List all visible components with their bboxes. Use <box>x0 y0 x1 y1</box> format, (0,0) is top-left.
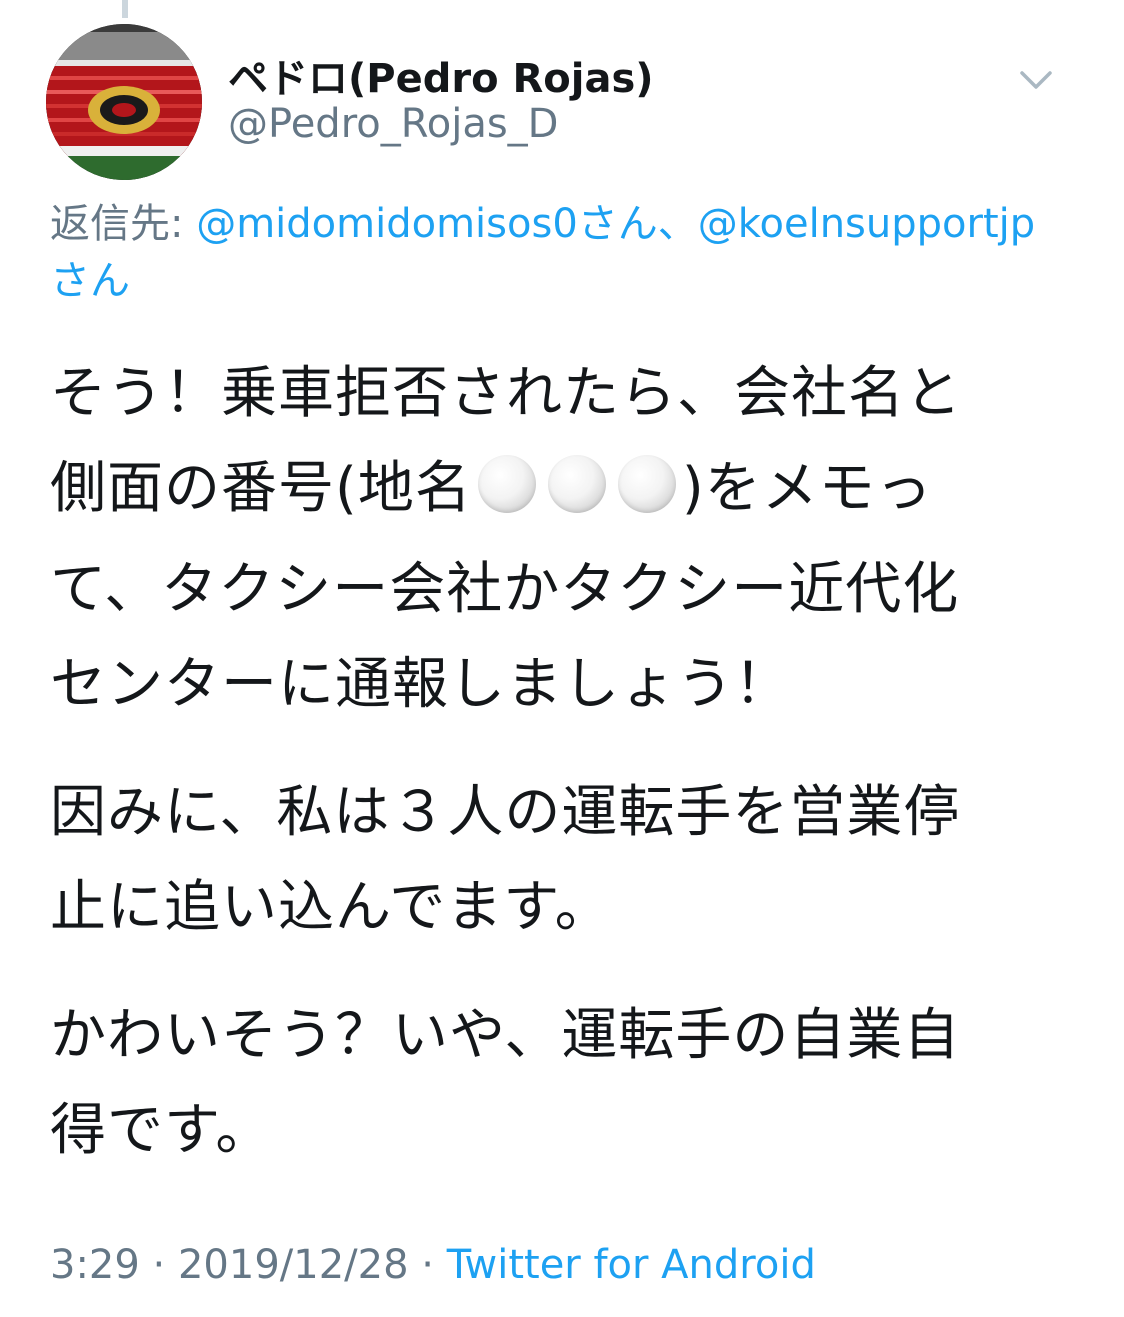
mention-link[interactable]: @midomidomisos0さん <box>196 201 658 247</box>
text-fragment: )をメモっ <box>681 456 933 521</box>
tweet-time[interactable]: 3:29 <box>50 1242 140 1288</box>
text-line: 因みに、私は３人の運転手を営業停 <box>50 780 961 845</box>
text-line: かわいそう？いや、運転手の自業自 <box>50 1003 961 1068</box>
avatar[interactable] <box>46 24 202 180</box>
thread-connector-line <box>122 0 128 18</box>
mention-link[interactable]: @koelnsupportjp <box>698 201 1035 247</box>
reply-context: 返信先: @midomidomisos0さん、@koelnsupportjp さん <box>50 196 1090 310</box>
meta-separator: · <box>408 1242 447 1288</box>
white-circle-emoji <box>477 455 536 513</box>
tweet-paragraph: そう！乗車拒否されたら、会社名と 側面の番号(地名 )をメモっ て、タクシー会社か… <box>50 346 1050 732</box>
reply-prefix: 返信先: <box>50 201 197 247</box>
user-handle[interactable]: @Pedro_Rojas_D <box>228 101 558 147</box>
tweet-paragraph: 因みに、私は３人の運転手を営業停 止に追い込んでます。 <box>50 765 1050 955</box>
text-line: て、タクシー会社かタクシー近代化 <box>50 557 960 622</box>
text-line: 止に追い込んでます。 <box>50 875 612 940</box>
white-circle-emoji <box>547 455 606 513</box>
chevron-down-icon[interactable] <box>1014 58 1058 102</box>
text-line: そう！乗車拒否されたら、会社名と <box>50 361 962 426</box>
text-line: 側面の番号(地名 )をメモっ <box>50 441 1050 542</box>
placeholder-emoji-group <box>472 447 682 542</box>
display-name[interactable]: ペドロ(Pedro Rojas) <box>228 46 654 104</box>
meta-separator: · <box>139 1242 178 1288</box>
text-line: センターに通報しましょう！ <box>50 652 791 717</box>
white-circle-emoji <box>617 455 676 513</box>
tweet-paragraph: かわいそう？いや、運転手の自業自 得です。 <box>50 988 1050 1178</box>
text-line: 得です。 <box>50 1098 273 1163</box>
mention-separator: 、 <box>657 201 698 247</box>
avatar-image <box>46 24 202 180</box>
mention-suffix[interactable]: さん <box>50 258 130 304</box>
tweet-source-link[interactable]: Twitter for Android <box>447 1242 816 1288</box>
text-fragment: 側面の番号(地名 <box>50 456 472 521</box>
tweet-text: そう！乗車拒否されたら、会社名と 側面の番号(地名 )をメモっ て、タクシー会社か… <box>50 346 1050 1211</box>
tweet-date[interactable]: 2019/12/28 <box>178 1242 409 1288</box>
tweet-metadata: 3:29 · 2019/12/28 · Twitter for Android <box>50 1242 816 1288</box>
